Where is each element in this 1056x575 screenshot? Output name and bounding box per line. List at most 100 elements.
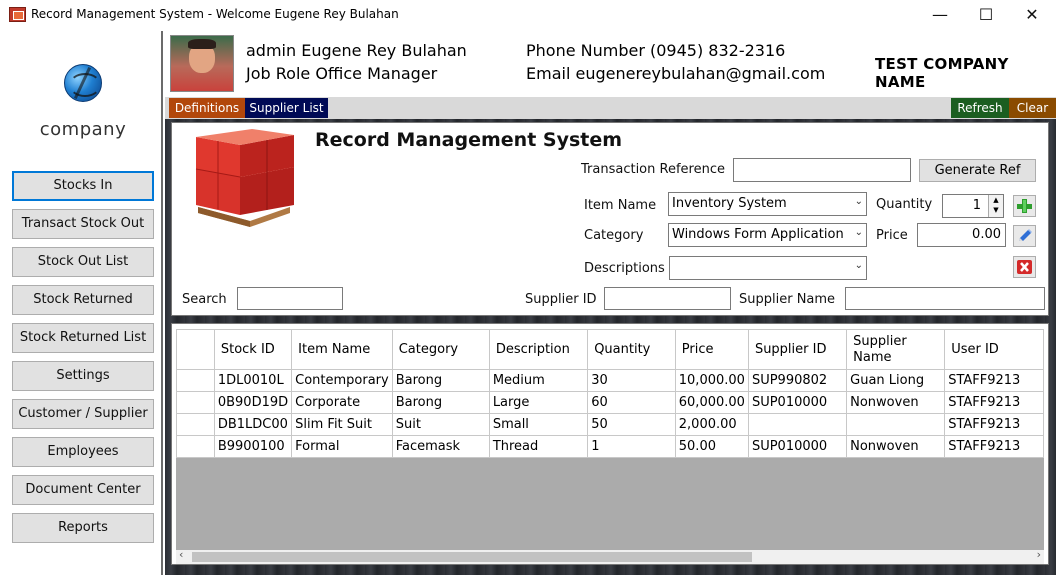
table-cell[interactable] [747,413,848,436]
maximize-button[interactable]: ☐ [964,3,1008,27]
minimize-button[interactable]: — [918,3,962,27]
table-cell[interactable]: B9900100 [213,435,293,458]
refresh-button[interactable]: Refresh [951,98,1009,118]
row-header[interactable] [176,435,215,458]
generate-ref-button[interactable]: Generate Ref [919,159,1036,182]
table-cell[interactable]: SUP990802 [747,369,848,392]
table-cell[interactable]: Barong [391,369,490,392]
app-icon [9,7,26,22]
nav-stock-returned[interactable]: Stock Returned [12,285,154,315]
category-select[interactable]: Windows Form Application ⌄ [668,223,867,247]
row-header[interactable] [176,369,215,392]
table-cell[interactable]: STAFF9213 [944,435,1044,458]
nav-customer-supplier[interactable]: Customer / Supplier [12,399,154,429]
table-cell[interactable]: Nonwoven [846,391,946,414]
stock-in-form: Record Management System Transaction Ref… [171,122,1049,316]
nav-transact-stock-out[interactable]: Transact Stock Out [12,209,154,239]
table-cell[interactable]: 10,000.00 [674,369,749,392]
stock-grid: Stock ID Item Name Category Description … [171,323,1049,565]
table-cell[interactable]: 1 [587,435,676,458]
nav-stock-out-list[interactable]: Stock Out List [12,247,154,277]
table-cell[interactable]: 1DL0010L [213,369,293,392]
chevron-right-icon[interactable]: › [1037,548,1041,561]
close-button[interactable]: ✕ [1010,3,1054,27]
boxes-image [195,129,294,227]
chevron-left-icon[interactable]: ‹ [179,548,183,561]
nav-stock-returned-list[interactable]: Stock Returned List [12,323,154,353]
logo-text: company [39,119,127,140]
table-cell[interactable]: 30 [587,369,676,392]
table-cell[interactable]: Guan Liong [846,369,946,392]
clear-button[interactable]: Clear [1009,98,1056,118]
descriptions-select[interactable]: ⌄ [669,256,867,280]
table-cell[interactable]: STAFF9213 [944,413,1044,436]
column-header[interactable]: Supplier ID [747,329,848,370]
table-cell[interactable]: Barong [391,391,490,414]
item-name-select[interactable]: Inventory System ⌄ [668,192,867,216]
tab-definitions[interactable]: Definitions [169,98,245,118]
row-header[interactable] [176,413,215,436]
stock-table: Stock ID Item Name Category Description … [176,329,1044,458]
table-cell[interactable]: 50 [587,413,676,436]
table-cell[interactable]: 2,000.00 [674,413,749,436]
table-cell[interactable]: Thread [488,435,589,458]
table-cell[interactable] [846,413,946,436]
table-row[interactable]: B9900100 Formal Facemask Thread 1 50.00 … [176,435,1044,458]
search-input[interactable] [237,287,343,310]
column-header[interactable]: Description [488,329,589,370]
table-cell[interactable]: STAFF9213 [944,369,1044,392]
table-row[interactable]: 1DL0010L Contemporary Barong Medium 30 1… [176,369,1044,392]
user-name: admin Eugene Rey Bulahan [246,41,467,60]
chevron-down-icon: ⌄ [854,227,863,238]
nav-reports[interactable]: Reports [12,513,154,543]
table-cell[interactable]: Nonwoven [846,435,946,458]
table-row[interactable]: 0B90D19D Corporate Barong Large 60 60,00… [176,391,1044,414]
table-cell[interactable]: Small [488,413,589,436]
column-header[interactable]: Quantity [587,329,676,370]
column-header[interactable]: Category [391,329,490,370]
supplier-name-input[interactable] [845,287,1045,310]
column-header[interactable]: User ID [944,329,1044,370]
table-cell[interactable]: DB1LDC00 [213,413,293,436]
category-value: Windows Form Application [672,227,844,242]
nav-stocks-in[interactable]: Stocks In [12,171,154,201]
horizontal-scrollbar[interactable]: ‹ › [176,548,1044,564]
edit-icon[interactable] [1013,225,1036,247]
table-cell[interactable]: Corporate [291,391,393,414]
quantity-spin-buttons[interactable]: ▲ ▼ [988,195,1003,217]
table-cell[interactable]: Large [488,391,589,414]
table-cell[interactable]: 60,000.00 [674,391,749,414]
nav-document-center[interactable]: Document Center [12,475,154,505]
tab-strip: Definitions Supplier List Refresh Clear [165,97,1056,119]
nav-settings[interactable]: Settings [12,361,154,391]
table-cell[interactable]: Slim Fit Suit [291,413,393,436]
table-cell[interactable]: 60 [587,391,676,414]
table-cell[interactable]: 0B90D19D [213,391,293,414]
table-cell[interactable]: Formal [291,435,393,458]
transaction-reference-input[interactable] [733,158,911,182]
delete-icon[interactable] [1013,256,1036,278]
table-cell[interactable]: STAFF9213 [944,391,1044,414]
table-cell[interactable]: Facemask [391,435,490,458]
scrollbar-thumb[interactable] [192,552,752,562]
column-header[interactable]: Supplier Name [846,329,946,370]
nav-employees[interactable]: Employees [12,437,154,467]
price-input[interactable]: 0.00 [917,223,1006,247]
table-cell[interactable]: Suit [391,413,490,436]
tab-supplier-list[interactable]: Supplier List [245,98,328,118]
table-cell[interactable]: SUP010000 [747,435,848,458]
column-header[interactable]: Price [674,329,749,370]
table-cell[interactable]: 50.00 [674,435,749,458]
add-icon[interactable] [1013,195,1036,217]
title-bar: Record Management System - Welcome Eugen… [0,0,1056,31]
table-cell[interactable]: Medium [488,369,589,392]
supplier-id-input[interactable] [604,287,731,310]
column-header[interactable]: Item Name [291,329,393,370]
row-header[interactable] [176,391,215,414]
table-cell[interactable]: Contemporary [291,369,393,392]
table-header-row: Stock ID Item Name Category Description … [176,329,1044,370]
table-row[interactable]: DB1LDC00 Slim Fit Suit Suit Small 50 2,0… [176,413,1044,436]
column-header[interactable]: Stock ID [213,329,293,370]
table-cell[interactable]: SUP010000 [747,391,848,414]
form-title: Record Management System [315,129,623,151]
